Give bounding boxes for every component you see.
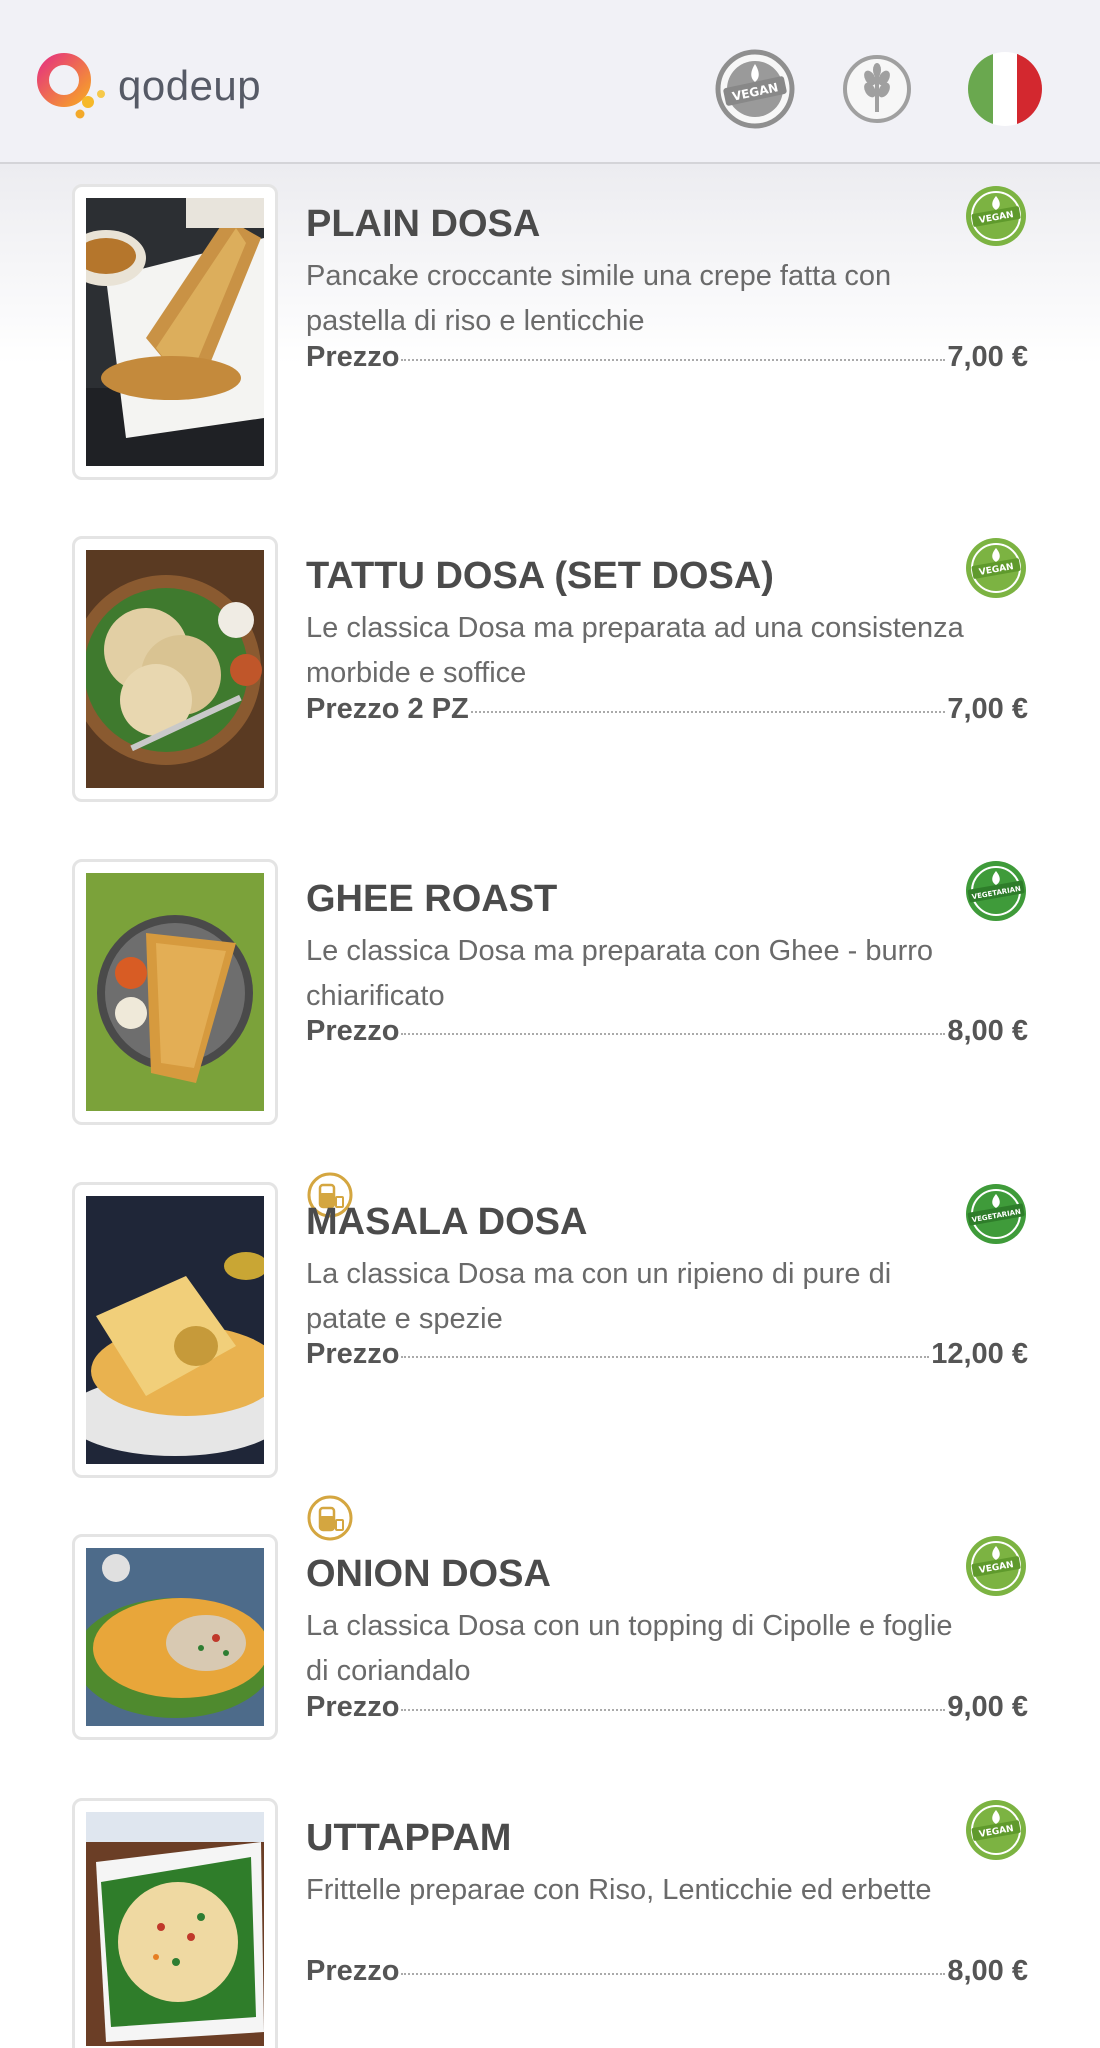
vegan-badge-icon: VEGAN xyxy=(966,1800,1026,1860)
price-row: Prezzo 8,00 € xyxy=(306,1955,1028,1995)
price-leader-dots xyxy=(401,359,946,361)
vegan-badge-icon: VEGAN xyxy=(966,186,1026,246)
dish-description: Le classica Dosa ma preparata con Ghee -… xyxy=(306,935,934,1012)
dish-name: PLAIN DOSA xyxy=(306,203,541,245)
dish-photo[interactable] xyxy=(72,859,278,1125)
dish-photo[interactable] xyxy=(72,1798,278,2048)
menu-item[interactable]: GHEE ROAST VEGETARIAN Le classica Dosa m… xyxy=(0,859,1100,1218)
price-leader-dots xyxy=(401,1973,946,1975)
app-header: qodeup VEGAN xyxy=(0,0,1100,164)
price-value: 7,00 € xyxy=(947,341,1028,373)
price-label: Prezzo xyxy=(306,341,400,373)
italy-flag-icon xyxy=(968,52,1042,126)
price-value: 8,00 € xyxy=(947,1955,1028,1987)
onion-dosa-photo xyxy=(86,1548,264,1726)
dish-name: ONION DOSA xyxy=(306,1553,551,1595)
price-value: 12,00 € xyxy=(931,1338,1028,1370)
price-leader-dots xyxy=(401,1356,930,1358)
wheat-icon xyxy=(843,55,911,123)
dish-description: Frittelle preparae con Riso, Lenticchie … xyxy=(306,1874,932,1906)
dish-description: Pancake croccante simile una crepe fatta… xyxy=(306,260,892,337)
dish-photo[interactable] xyxy=(72,536,278,802)
uttappam-photo xyxy=(86,1812,264,2046)
dish-description: Le classica Dosa ma preparata ad una con… xyxy=(306,612,964,689)
gluten-free-filter-button[interactable] xyxy=(836,48,918,130)
plain-dosa-photo xyxy=(86,198,264,466)
price-row: Prezzo 8,00 € xyxy=(306,1015,1028,1055)
price-row: Prezzo 12,00 € xyxy=(306,1338,1028,1378)
menu-item[interactable]: TATTU DOSA (SET DOSA) VEGAN Le classica … xyxy=(0,536,1100,806)
price-label: Prezzo xyxy=(306,1691,400,1723)
masala-dosa-photo xyxy=(86,1196,264,1464)
qodeup-logo[interactable]: qodeup xyxy=(32,50,261,122)
dish-name: MASALA DOSA xyxy=(306,1201,588,1243)
price-label: Prezzo 2 PZ xyxy=(306,693,469,725)
menu-item[interactable]: UTTAPPAM VEGAN Frittelle preparae con Ri… xyxy=(0,1798,1100,2048)
brand-name: qodeup xyxy=(118,62,262,109)
menu-item[interactable]: PLAIN DOSA VEGAN Pancake croccante simil… xyxy=(0,184,1100,484)
ghee-roast-photo xyxy=(86,873,264,1111)
dish-photo[interactable] xyxy=(72,1534,278,1740)
menu-item[interactable]: MASALA DOSA VEGETARIAN La classica Dosa … xyxy=(0,1182,1100,1541)
price-label: Prezzo xyxy=(306,1338,400,1370)
price-label: Prezzo xyxy=(306,1015,400,1047)
price-value: 9,00 € xyxy=(947,1691,1028,1723)
menu-list: PLAIN DOSA VEGAN Pancake croccante simil… xyxy=(0,164,1100,2048)
price-label: Prezzo xyxy=(306,1955,400,1987)
dish-name: TATTU DOSA (SET DOSA) xyxy=(306,555,774,597)
price-leader-dots xyxy=(470,711,946,713)
dish-description: La classica Dosa con un topping di Cipol… xyxy=(306,1610,953,1687)
qodeup-logo-icon xyxy=(37,53,105,119)
vegetarian-badge-icon: VEGETARIAN xyxy=(966,1184,1026,1244)
vegan-badge-icon: VEGAN xyxy=(966,1536,1026,1596)
price-value: 7,00 € xyxy=(947,693,1028,725)
vegan-badge-icon: VEGAN xyxy=(715,49,795,129)
dish-photo[interactable] xyxy=(72,1182,278,1478)
vegan-filter-button[interactable]: VEGAN xyxy=(714,48,796,130)
price-value: 8,00 € xyxy=(947,1015,1028,1047)
vegetarian-badge-icon: VEGETARIAN xyxy=(966,861,1026,921)
price-row: Prezzo 9,00 € xyxy=(306,1691,1028,1731)
menu-item[interactable]: ONION DOSA VEGAN La classica Dosa con un… xyxy=(0,1534,1100,1744)
price-leader-dots xyxy=(401,1709,946,1711)
dish-name: UTTAPPAM xyxy=(306,1817,512,1859)
dish-description: La classica Dosa ma con un ripieno di pu… xyxy=(306,1258,892,1335)
tattu-dosa-photo xyxy=(86,550,264,788)
dish-name: GHEE ROAST xyxy=(306,878,558,920)
vegan-badge-icon: VEGAN xyxy=(966,538,1026,598)
price-leader-dots xyxy=(401,1033,946,1035)
language-selector[interactable] xyxy=(962,46,1044,128)
price-row: Prezzo 2 PZ 7,00 € xyxy=(306,693,1028,733)
dish-photo[interactable] xyxy=(72,184,278,480)
price-row: Prezzo 7,00 € xyxy=(306,341,1028,381)
